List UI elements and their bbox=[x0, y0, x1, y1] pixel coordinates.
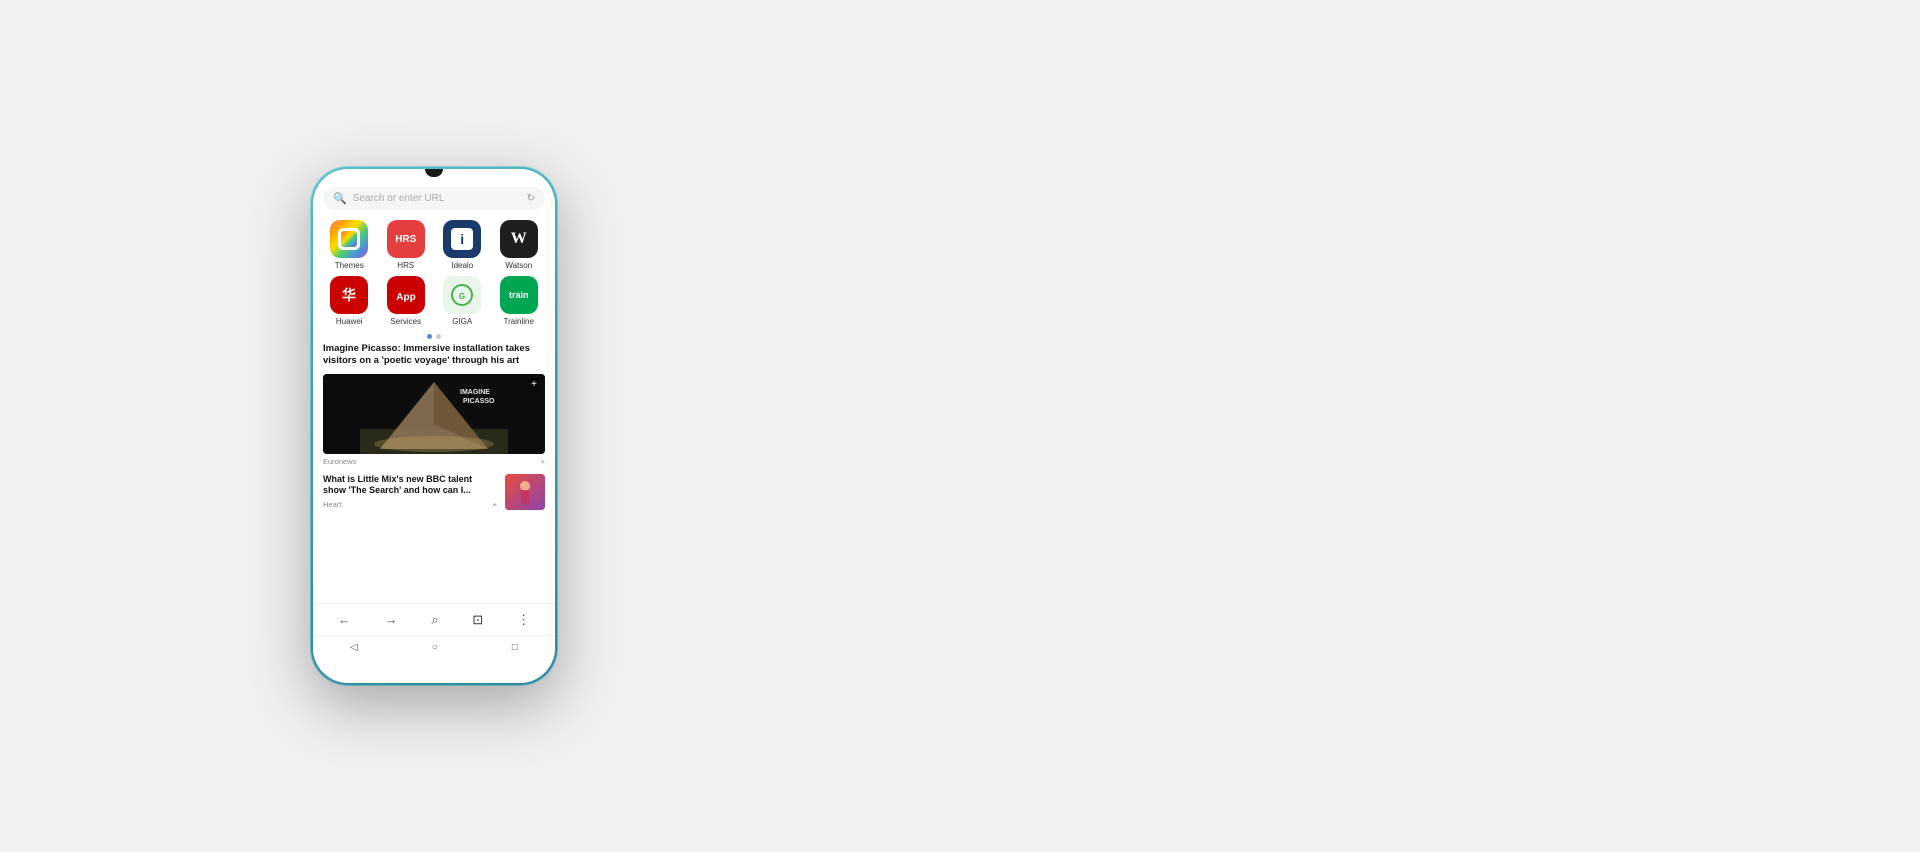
phone-notch bbox=[425, 169, 443, 177]
app-themes[interactable]: Themes bbox=[323, 220, 376, 270]
android-nav-bar: ◁ ○ □ bbox=[313, 635, 555, 659]
svg-text:App: App bbox=[396, 292, 415, 303]
search-icon: 🔍 bbox=[333, 192, 347, 205]
forward-button[interactable]: → bbox=[385, 612, 398, 627]
huawei-svg: 华 bbox=[337, 283, 361, 307]
dot-active bbox=[427, 334, 432, 339]
services-svg: App bbox=[394, 283, 418, 307]
android-back-button[interactable]: ◁ bbox=[350, 642, 358, 653]
trainline-icon-text: train bbox=[509, 290, 529, 300]
watson-letter: W bbox=[511, 230, 527, 248]
app-trainline[interactable]: train Trainline bbox=[493, 276, 546, 326]
android-home-button[interactable]: ○ bbox=[432, 642, 438, 653]
themes-icon bbox=[330, 220, 368, 258]
app-services[interactable]: App Services bbox=[380, 276, 433, 326]
idealo-icon: i bbox=[443, 220, 481, 258]
refresh-icon[interactable]: ↻ bbox=[527, 193, 535, 204]
services-label: Services bbox=[390, 317, 421, 326]
news-source-picasso: Euronews + bbox=[323, 457, 545, 466]
news-item-littlemix[interactable]: What is Little Mix's new BBC talent show… bbox=[323, 474, 545, 510]
news-thumb-littlemix bbox=[505, 474, 545, 510]
back-button[interactable]: ← bbox=[338, 612, 351, 627]
app-huawei[interactable]: 华 Huawei bbox=[323, 276, 376, 326]
thumb-svg bbox=[505, 474, 545, 510]
picasso-bg: IMAGINE PICASSO + bbox=[323, 374, 545, 454]
app-grid: Themes HRS HRS i Idealo bbox=[313, 216, 555, 330]
search-bar[interactable]: 🔍 Search or enter URL ↻ bbox=[323, 187, 545, 210]
themes-icon-inner bbox=[341, 231, 357, 247]
app-hrs[interactable]: HRS HRS bbox=[380, 220, 433, 270]
search-input[interactable]: Search or enter URL bbox=[353, 193, 521, 204]
news-section: Imagine Picasso: Immersive installation … bbox=[313, 343, 555, 603]
hrs-label: HRS bbox=[397, 261, 414, 270]
hrs-icon: HRS bbox=[387, 220, 425, 258]
screen-content: 🔍 Search or enter URL ↻ Themes HRS bbox=[313, 181, 555, 659]
huawei-icon: 华 bbox=[330, 276, 368, 314]
idealo-label: Idealo bbox=[451, 261, 473, 270]
pagination-dots bbox=[313, 330, 555, 343]
news-item-picasso[interactable]: Imagine Picasso: Immersive installation … bbox=[323, 343, 545, 466]
tabs-button[interactable]: ⊡ bbox=[472, 612, 483, 628]
services-icon: App bbox=[387, 276, 425, 314]
idealo-icon-inner: i bbox=[451, 228, 473, 250]
news-title-littlemix: What is Little Mix's new BBC talent show… bbox=[323, 474, 497, 497]
app-idealo[interactable]: i Idealo bbox=[436, 220, 489, 270]
plus-button[interactable]: + bbox=[527, 378, 541, 392]
trainline-icon: train bbox=[500, 276, 538, 314]
idealo-letter: i bbox=[460, 231, 464, 247]
hrs-icon-text: HRS bbox=[395, 234, 416, 245]
app-giga[interactable]: G GIGA bbox=[436, 276, 489, 326]
svg-text:IMAGINE: IMAGINE bbox=[460, 389, 490, 396]
dot-inactive bbox=[436, 334, 441, 339]
search-button[interactable]: ⌕ bbox=[431, 612, 438, 628]
news-text-littlemix: What is Little Mix's new BBC talent show… bbox=[323, 474, 497, 509]
giga-svg: G bbox=[449, 282, 475, 308]
svg-text:PICASSO: PICASSO bbox=[463, 398, 495, 405]
picasso-scene: IMAGINE PICASSO bbox=[323, 374, 545, 454]
bottom-nav-bar: ← → ⌕ ⊡ ⋮ bbox=[313, 603, 555, 635]
phone-device: 🔍 Search or enter URL ↻ Themes HRS bbox=[310, 166, 558, 686]
svg-text:G: G bbox=[459, 292, 465, 301]
news-title-picasso: Imagine Picasso: Immersive installation … bbox=[323, 343, 545, 368]
trainline-label: Trainline bbox=[504, 317, 534, 326]
huawei-label: Huawei bbox=[336, 317, 363, 326]
phone-screen: 🔍 Search or enter URL ↻ Themes HRS bbox=[313, 169, 555, 683]
news-thumb-inner bbox=[505, 474, 545, 510]
svg-text:华: 华 bbox=[342, 287, 356, 303]
themes-label: Themes bbox=[335, 261, 364, 270]
giga-label: GIGA bbox=[452, 317, 472, 326]
news-source-littlemix: Heart + bbox=[323, 500, 497, 509]
android-recents-button[interactable]: □ bbox=[512, 642, 518, 653]
watson-icon: W bbox=[500, 220, 538, 258]
app-watson[interactable]: W Watson bbox=[493, 220, 546, 270]
more-button[interactable]: ⋮ bbox=[517, 612, 530, 628]
news-image-picasso: IMAGINE PICASSO + bbox=[323, 374, 545, 454]
watson-label: Watson bbox=[505, 261, 532, 270]
giga-icon: G bbox=[443, 276, 481, 314]
